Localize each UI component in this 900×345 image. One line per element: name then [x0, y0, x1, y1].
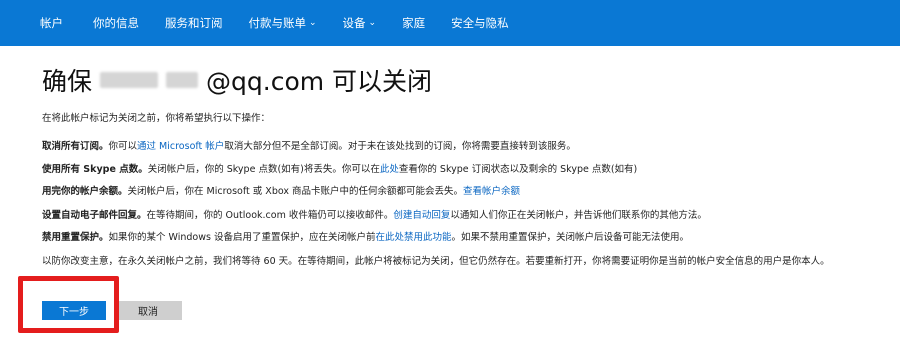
- item-subscriptions: 取消所有订阅。你可以通过 Microsoft 帐户取消大部分但不是全部订阅。对于…: [42, 138, 576, 152]
- nav-item-your-info[interactable]: 你的信息: [93, 15, 139, 31]
- nav-label: 帐户: [40, 16, 63, 30]
- item-text: 关闭帐户后，你在 Microsoft 或 Xbox 商品卡账户中的任何余额都可能…: [127, 186, 464, 197]
- create-autoreply-link[interactable]: 创建自动回复: [393, 210, 450, 221]
- chevron-down-icon: ⌄: [309, 18, 317, 28]
- nav-label: 安全与隐私: [451, 16, 509, 30]
- nav-item-family[interactable]: 家庭: [402, 15, 425, 31]
- item-text: 如果你的某个 Windows 设备启用了重置保护，应在关闭帐户前: [108, 232, 376, 243]
- next-button[interactable]: 下一步: [42, 301, 106, 320]
- nav-label: 服务和订阅: [165, 16, 223, 30]
- nav-label: 你的信息: [93, 16, 139, 30]
- item-heading: 禁用重置保护。: [42, 232, 109, 243]
- item-heading: 取消所有订阅。: [42, 141, 109, 152]
- nav-label: 家庭: [402, 16, 426, 30]
- item-text: 关闭帐户后，你的 Skype 点数(如有)将丢失。你可以在: [147, 164, 380, 175]
- redacted-email: [100, 72, 159, 88]
- item-heading: 用完你的帐户余额。: [42, 186, 128, 197]
- top-navigation: 帐户 你的信息 服务和订阅 付款与账单 ⌄ 设备 ⌄ 家庭 安全与隐私: [0, 0, 900, 46]
- chevron-down-icon: ⌄: [368, 18, 377, 28]
- nav-item-devices[interactable]: 设备 ⌄: [343, 15, 377, 31]
- skype-here-link[interactable]: 此处: [380, 164, 399, 175]
- cancel-button[interactable]: 取消: [114, 301, 182, 320]
- view-balance-link[interactable]: 查看帐户余额: [463, 186, 520, 197]
- nav-label: 设备: [342, 16, 366, 30]
- title-suffix: @qq.com 可以关闭: [206, 67, 433, 96]
- item-text: 取消大部分但不是全部订阅。对于未在该处找到的订阅，你将需要直接转到该服务。: [224, 141, 576, 152]
- nav-item-security[interactable]: 安全与隐私: [451, 15, 509, 31]
- nav-item-payment[interactable]: 付款与账单 ⌄: [249, 15, 317, 31]
- item-text: 你可以: [108, 141, 138, 152]
- item-skype: 使用所有 Skype 点数。关闭帐户后，你的 Skype 点数(如有)将丢失。你…: [42, 161, 637, 175]
- nav-label: 付款与账单: [248, 16, 307, 30]
- item-balance: 用完你的帐户余额。关闭帐户后，你在 Microsoft 或 Xbox 商品卡账户…: [42, 183, 520, 197]
- item-text: 。如果不禁用重置保护，关闭帐户后设备可能无法使用。: [451, 232, 689, 243]
- item-heading: 使用所有 Skype 点数。: [42, 164, 148, 175]
- item-text: 在等待期间，你的 Outlook.com 收件箱仍可以接收邮件。: [146, 210, 394, 221]
- page-title: 确保 @qq.com 可以关闭: [42, 62, 432, 98]
- microsoft-account-link[interactable]: 通过 Microsoft 帐户: [137, 141, 224, 152]
- title-prefix: 确保: [42, 67, 93, 96]
- item-reset-protection: 禁用重置保护。如果你的某个 Windows 设备启用了重置保护，应在关闭帐户前在…: [42, 229, 689, 243]
- disable-reset-link[interactable]: 在此处禁用此功能: [375, 232, 451, 243]
- item-heading: 设置自动电子邮件回复。: [42, 210, 147, 221]
- item-text: 查看你的 Skype 订阅状态以及剩余的 Skype 点数(如有): [398, 164, 638, 175]
- nav-item-account[interactable]: 帐户: [40, 15, 63, 31]
- item-autoreply: 设置自动电子邮件回复。在等待期间，你的 Outlook.com 收件箱仍可以接收…: [42, 207, 707, 221]
- item-text: 以通知人们你正在关闭帐户，并告诉他们联系你的其他方法。: [450, 210, 707, 221]
- waiting-notice: 以防你改变主意，在永久关闭帐户之前，我们将等待 60 天。在等待期间，此帐户将被…: [42, 256, 830, 267]
- nav-item-services[interactable]: 服务和订阅: [165, 15, 223, 31]
- intro-text: 在将此帐户标记为关闭之前，你将希望执行以下操作：: [42, 113, 271, 124]
- redacted-email: [166, 72, 199, 88]
